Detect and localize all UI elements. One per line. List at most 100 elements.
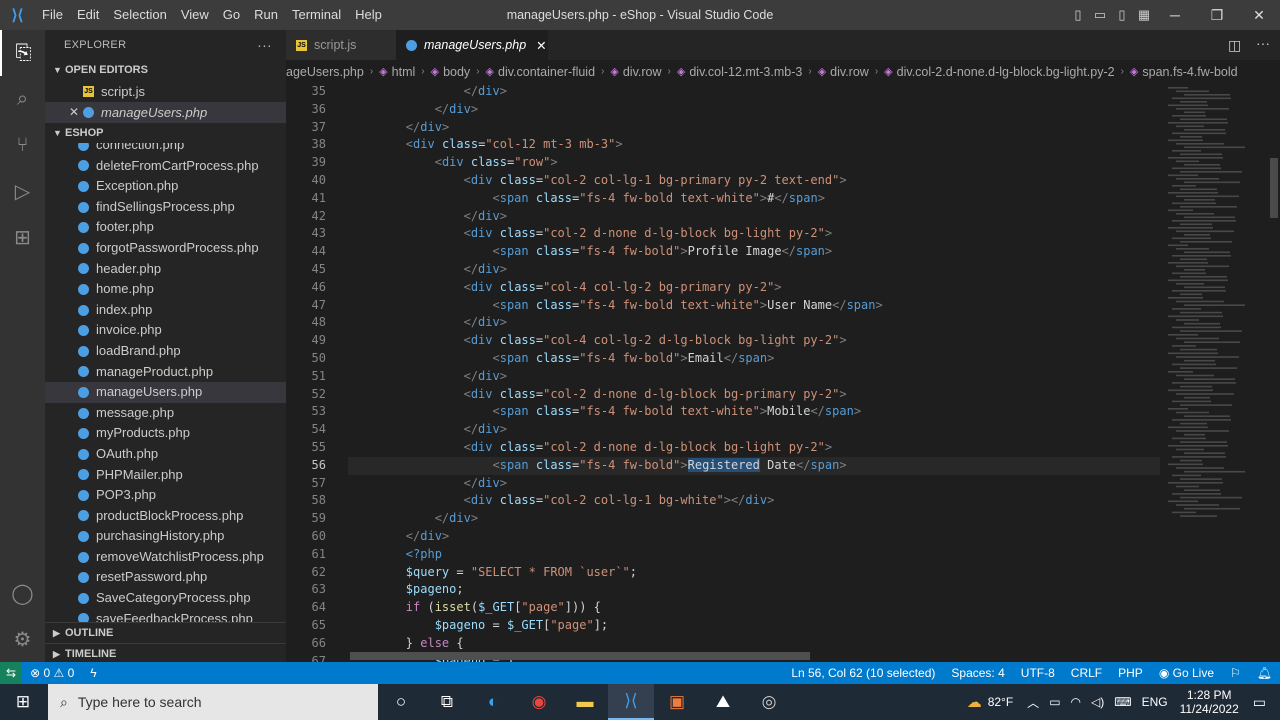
breadcrumb-item[interactable]: ◈ div.container-fluid — [486, 65, 596, 79]
lightning-icon[interactable]: ϟ — [82, 666, 104, 680]
encoding[interactable]: UTF-8 — [1013, 666, 1063, 680]
toggle-sidebar-icon[interactable]: ▯ — [1068, 7, 1088, 23]
breadcrumb-item[interactable]: ageUsers.php — [286, 65, 364, 79]
cursor-position[interactable]: Ln 56, Col 62 (10 selected) — [783, 666, 943, 680]
more-actions-icon[interactable]: ··· — [1256, 35, 1270, 51]
breadcrumb-item[interactable]: ◈ div.row — [818, 65, 869, 79]
tab-script-js[interactable]: JS script.js — [286, 30, 396, 60]
file-tree-item[interactable]: purchasingHistory.php — [45, 526, 286, 547]
vertical-scrollbar[interactable] — [1268, 83, 1280, 662]
file-tree-item[interactable]: header.php — [45, 259, 286, 280]
file-tree-item[interactable]: findSellingsProcess.php — [45, 197, 286, 218]
sublime-app-icon[interactable]: ▣ — [654, 684, 700, 720]
feedback-icon[interactable]: ⚐ — [1222, 666, 1249, 680]
open-editors-section[interactable]: ▼ OPEN EDITORS — [45, 60, 286, 81]
breadcrumb-item[interactable]: ◈ div.col-12.mt-3.mb-3 — [677, 65, 802, 79]
more-actions-icon[interactable]: ··· — [257, 30, 272, 60]
file-tree-item[interactable]: index.php — [45, 300, 286, 321]
vscode-taskbar-icon[interactable]: ⟩⟨ — [608, 684, 654, 720]
windows-start-icon[interactable]: ⊞ — [0, 684, 46, 720]
customize-layout-icon[interactable]: ▦ — [1134, 7, 1154, 23]
close-tab-icon[interactable]: ✕ — [536, 38, 546, 53]
line-ending[interactable]: CRLF — [1063, 666, 1110, 680]
file-tree-item[interactable]: manageUsers.php — [45, 382, 286, 403]
keyboard-icon[interactable]: ⌨ — [1114, 695, 1131, 709]
accounts-icon[interactable]: ◯ — [0, 570, 45, 616]
menu-item-edit[interactable]: Edit — [70, 0, 106, 30]
file-tree-item[interactable]: loadBrand.php — [45, 341, 286, 362]
battery-icon[interactable]: ▭ — [1049, 695, 1060, 709]
photos-app-icon[interactable]: ⛰ — [700, 684, 746, 720]
file-tree-item[interactable]: OAuth.php — [45, 444, 286, 465]
volume-icon[interactable]: ◁) — [1091, 695, 1104, 709]
file-tree-item[interactable]: footer.php — [45, 217, 286, 238]
file-tree-item[interactable]: resetPassword.php — [45, 567, 286, 588]
show-hidden-icons-icon[interactable]: ︿ — [1027, 694, 1039, 711]
menu-item-terminal[interactable]: Terminal — [285, 0, 348, 30]
file-tree-item[interactable]: POP3.php — [45, 485, 286, 506]
file-tree-item[interactable]: saveFeedbackProcess.php — [45, 609, 286, 622]
outline-section[interactable]: ▶ OUTLINE — [45, 622, 286, 643]
horizontal-scrollbar[interactable] — [350, 652, 810, 660]
breadcrumb-item[interactable]: ◈ div.col-2.d-none.d-lg-block.bg-light.py… — [884, 65, 1114, 79]
file-tree-item[interactable]: home.php — [45, 279, 286, 300]
breadcrumb-item[interactable]: ◈ span.fs-4.fw-bold — [1130, 65, 1238, 79]
language-indicator[interactable]: ENG — [1142, 695, 1168, 709]
menu-item-selection[interactable]: Selection — [106, 0, 173, 30]
file-tree-item[interactable]: forgotPasswordProcess.php — [45, 238, 286, 259]
file-explorer-icon[interactable]: ▬ — [562, 684, 608, 720]
breadcrumb-item[interactable]: ◈ div.row — [610, 65, 661, 79]
file-tree-item[interactable]: PHPMailer.php — [45, 465, 286, 486]
file-tree-item[interactable]: invoice.php — [45, 320, 286, 341]
breadcrumb-item[interactable]: ◈ html — [379, 65, 415, 79]
minimap[interactable] — [1160, 83, 1268, 662]
file-tree-item[interactable]: myProducts.php — [45, 423, 286, 444]
split-editor-icon[interactable]: ◫ — [1228, 37, 1241, 54]
file-tree-item[interactable]: Exception.php — [45, 176, 286, 197]
file-tree-item[interactable]: connection.php — [45, 143, 286, 156]
cortana-icon[interactable]: ○ — [378, 684, 424, 720]
file-tree-item[interactable]: manageProduct.php — [45, 362, 286, 383]
task-view-icon[interactable]: ⧉ — [424, 684, 470, 720]
menu-item-view[interactable]: View — [174, 0, 216, 30]
close-window-button[interactable]: ✕ — [1238, 0, 1280, 30]
notifications-icon[interactable]: 🔔︎ — [1249, 666, 1280, 680]
breadcrumb-item[interactable]: ◈ body — [431, 65, 471, 79]
tab-manageusers-php[interactable]: manageUsers.php ✕ — [396, 30, 548, 60]
run-debug-icon[interactable]: ▷ — [0, 168, 45, 214]
file-tree-item[interactable]: message.php — [45, 403, 286, 424]
taskbar-search-box[interactable]: ⌕ Type here to search — [48, 684, 378, 720]
clock[interactable]: 1:28 PM 11/24/2022 — [1180, 688, 1239, 716]
menu-item-file[interactable]: File — [35, 0, 70, 30]
menu-item-go[interactable]: Go — [216, 0, 247, 30]
language-mode[interactable]: PHP — [1110, 666, 1151, 680]
file-tree-item[interactable]: deleteFromCartProcess.php — [45, 156, 286, 177]
github-desktop-icon[interactable]: ◎ — [746, 684, 792, 720]
file-tree-item[interactable]: SaveCategoryProcess.php — [45, 588, 286, 609]
file-tree-item[interactable]: removeWatchlistProcess.php — [45, 547, 286, 568]
minimize-button[interactable]: ─ — [1154, 0, 1196, 30]
chrome-icon[interactable]: ◉ — [516, 684, 562, 720]
menu-item-help[interactable]: Help — [348, 0, 389, 30]
search-icon[interactable]: ⌕ — [0, 76, 45, 122]
code-editor[interactable]: 35 36 37 38 39 40 41 42 43 44 45 46 47 48 49 50 51 52 53 54… — [286, 83, 1160, 662]
close-icon[interactable]: ✕ — [69, 102, 83, 123]
edge-browser-icon[interactable]: ◐ — [470, 684, 516, 720]
notification-center-icon[interactable]: ▭ — [1253, 694, 1266, 711]
toggle-panel-icon[interactable]: ▭ — [1090, 7, 1110, 23]
file-tree-item[interactable]: productBlockProcess.php — [45, 506, 286, 527]
indentation[interactable]: Spaces: 4 — [943, 666, 1012, 680]
go-live-button[interactable]: ◉ Go Live — [1151, 666, 1222, 680]
temperature[interactable]: 82°F — [988, 695, 1013, 709]
problems-indicator[interactable]: ⊗ 0 ⚠ 0 — [22, 666, 82, 680]
manage-gear-icon[interactable]: ⚙ — [0, 616, 45, 662]
explorer-icon[interactable]: ⎘ — [0, 30, 45, 76]
project-section[interactable]: ▼ ESHOP — [45, 123, 286, 144]
maximize-button[interactable]: ❐ — [1196, 0, 1238, 30]
open-editor-item[interactable]: JS script.js — [45, 81, 286, 102]
open-editor-item[interactable]: ✕ manageUsers.php — [45, 102, 286, 123]
weather-icon[interactable]: ☁ — [967, 693, 982, 711]
toggle-secondary-sidebar-icon[interactable]: ▯ — [1112, 7, 1132, 23]
code-content[interactable]: </div> </div> </div> <div class="col-12 … — [348, 83, 1160, 662]
extensions-icon[interactable]: ⊞ — [0, 214, 45, 260]
